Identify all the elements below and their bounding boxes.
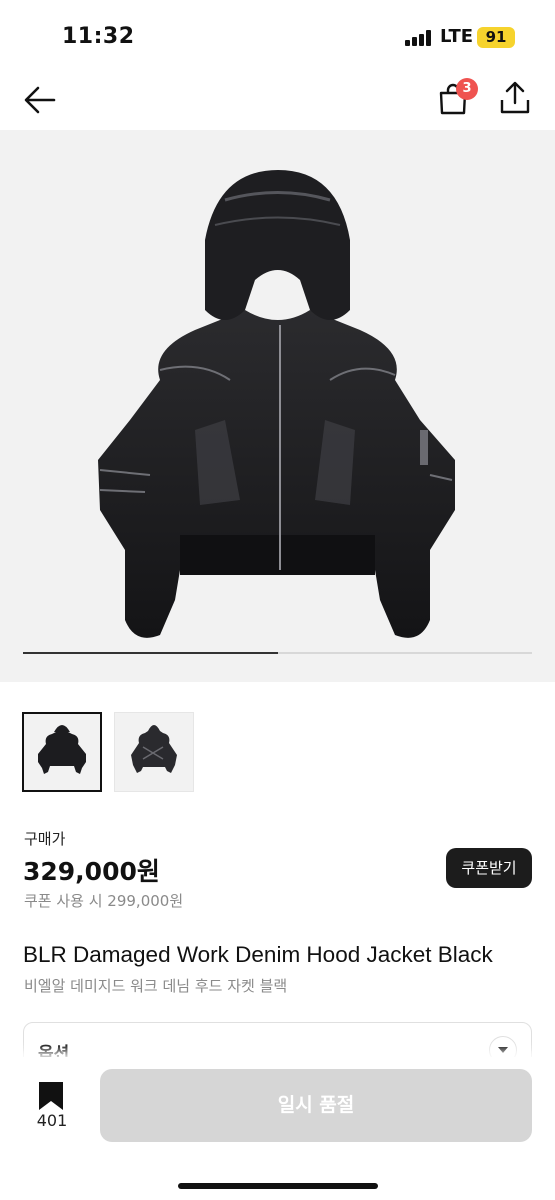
network-type: LTE — [440, 26, 474, 47]
bottom-action-bar: 401 일시 품절 — [0, 1057, 555, 1200]
image-progress-track — [23, 652, 532, 654]
status-bar: 11:32 LTE 91 — [0, 0, 555, 70]
signal-icon — [405, 30, 435, 46]
price-label: 구매가 — [24, 830, 66, 848]
bookmark-count: 401 — [36, 1111, 68, 1130]
coupon-price-text: 쿠폰 사용 시 299,000원 — [24, 892, 184, 910]
product-name-english: BLR Damaged Work Denim Hood Jacket Black — [23, 942, 493, 967]
home-indicator — [178, 1183, 378, 1189]
jacket-front-thumb — [38, 725, 86, 774]
jacket-image — [98, 170, 455, 638]
arrow-left-icon[interactable] — [22, 82, 58, 118]
bookmark-icon[interactable] — [38, 1081, 64, 1111]
jacket-back-thumb — [131, 725, 177, 773]
soldout-button[interactable]: 일시 품절 — [100, 1069, 532, 1142]
battery-icon: 91 — [477, 27, 515, 48]
thumbnail-back[interactable] — [114, 712, 194, 792]
nav-bar: 3 — [0, 70, 555, 130]
coupon-button[interactable]: 쿠폰받기 — [446, 848, 532, 888]
product-image-carousel[interactable] — [0, 130, 555, 682]
price-value: 329,000원 — [23, 857, 160, 886]
cart-count-badge: 3 — [456, 78, 478, 100]
product-name-korean: 비엘알 데미지드 워크 데님 후드 자켓 블랙 — [24, 977, 288, 995]
thumbnail-front[interactable] — [22, 712, 102, 792]
image-progress-fill — [23, 652, 278, 654]
share-icon[interactable] — [498, 80, 532, 116]
status-time: 11:32 — [62, 24, 135, 49]
